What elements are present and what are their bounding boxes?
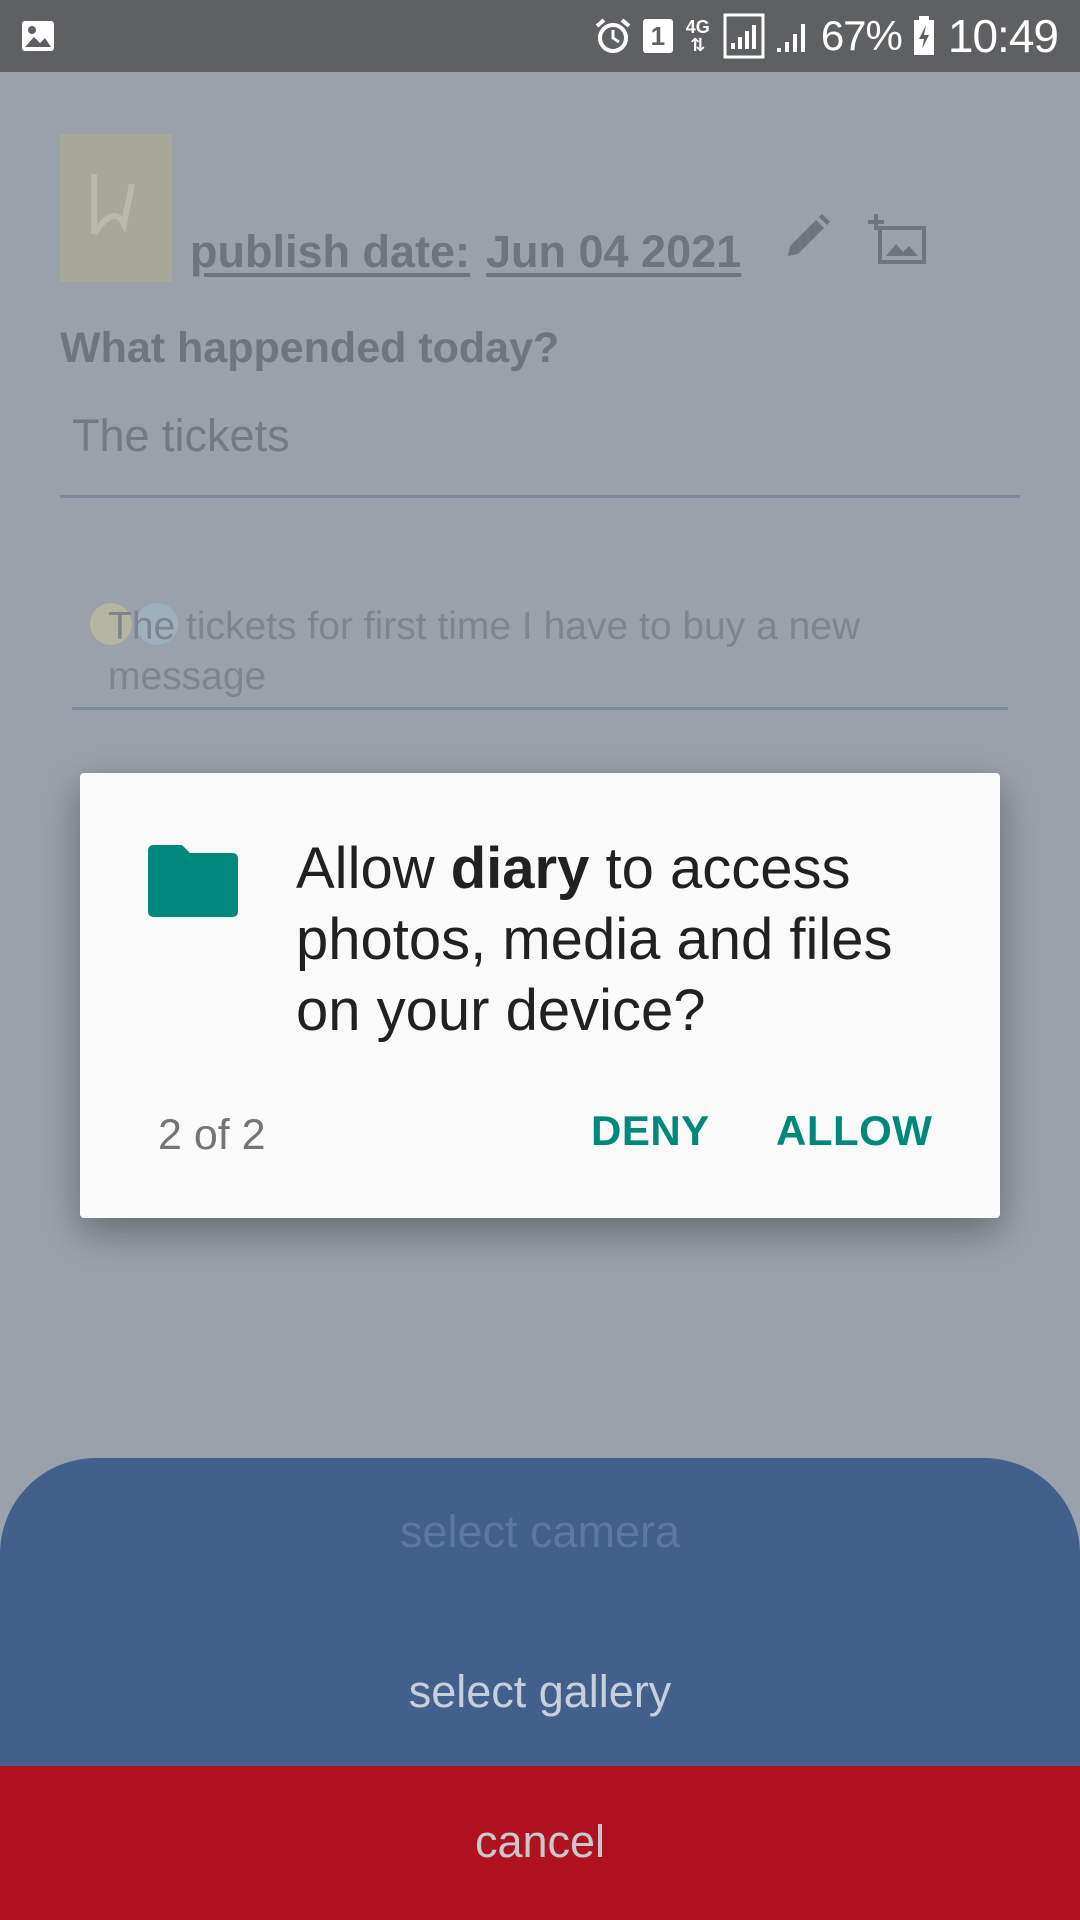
- battery-percent: 67%: [820, 12, 903, 59]
- edit-pencil-icon[interactable]: [782, 212, 832, 262]
- add-image-icon[interactable]: [868, 212, 928, 266]
- title-input[interactable]: The tickets: [60, 402, 1020, 498]
- signal-icon: [776, 24, 805, 52]
- permission-dialog: Allow diary to access photos, media and …: [80, 773, 1000, 1218]
- cancel-label: cancel: [474, 1816, 606, 1867]
- battery-charging-icon: [913, 16, 934, 55]
- gallery-icon: [22, 21, 54, 51]
- publish-date-value[interactable]: Jun 04 2021: [486, 226, 741, 278]
- network-type-label: 4G ⇅: [685, 17, 710, 55]
- clock: 10:49: [947, 10, 1059, 62]
- body-input[interactable]: The tickets for first time I have to buy…: [72, 602, 1008, 710]
- title-input-value: The tickets: [72, 410, 290, 461]
- app-logo: [60, 134, 172, 282]
- status-bar: 1 4G ⇅ 67% 10:49: [0, 0, 1080, 72]
- deny-button[interactable]: DENY: [591, 1107, 710, 1155]
- body-input-value: The tickets for first time I have to buy…: [90, 602, 990, 698]
- folder-icon: [148, 845, 238, 917]
- sim-icon: 1: [642, 19, 673, 53]
- diary-entry-form: publish date: Jun 04 2021 What happended…: [0, 72, 1080, 1458]
- cancel-button[interactable]: cancel: [0, 1766, 1080, 1920]
- permission-message: Allow diary to access photos, media and …: [296, 836, 893, 1043]
- permission-counter: 2 of 2: [158, 1111, 266, 1159]
- publish-date-row[interactable]: publish date: Jun 04 2021: [190, 226, 741, 278]
- question-label: What happended today?: [60, 324, 560, 372]
- network-icon: [723, 13, 765, 59]
- allow-button[interactable]: ALLOW: [776, 1107, 932, 1155]
- select-camera-option[interactable]: select camera: [0, 1506, 1080, 1558]
- publish-date-label: publish date:: [190, 226, 470, 277]
- alarm-icon: [595, 18, 631, 53]
- select-gallery-option[interactable]: select gallery: [0, 1666, 1080, 1718]
- app-name: diary: [450, 836, 590, 901]
